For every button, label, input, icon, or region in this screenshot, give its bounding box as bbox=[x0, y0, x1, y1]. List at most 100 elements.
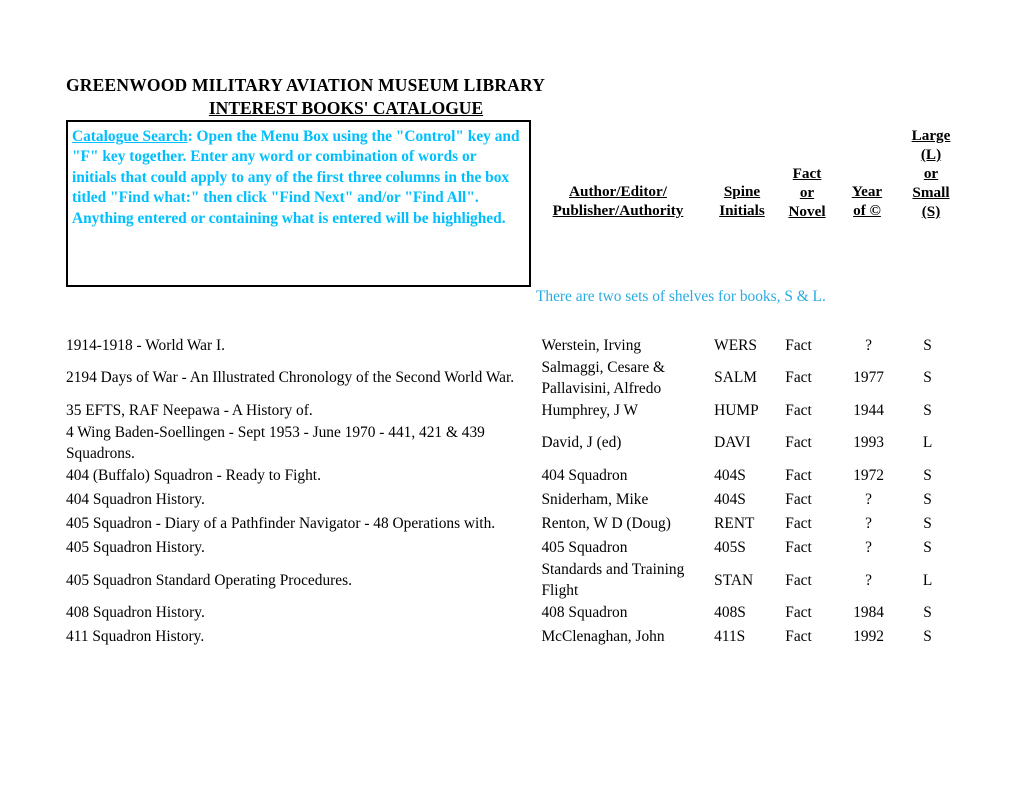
cell-size: S bbox=[923, 467, 932, 485]
table-row: 404 (Buffalo) Squadron - Ready to Fight.… bbox=[66, 464, 956, 488]
cell-year: 1993 bbox=[853, 434, 884, 452]
table-row: 405 Squadron - Diary of a Pathfinder Nav… bbox=[66, 512, 956, 536]
column-header-large-or-small: Large (L) or Small (S) bbox=[901, 126, 961, 221]
cell-year: 1972 bbox=[853, 467, 884, 485]
cell-title: 405 Squadron - Diary of a Pathfinder Nav… bbox=[66, 515, 496, 533]
cell-size: S bbox=[923, 628, 932, 646]
cell-year: ? bbox=[865, 336, 872, 354]
cell-author: McClenaghan, John bbox=[541, 628, 665, 646]
cell-author: Salmaggi, Cesare & Pallavisini, Alfredo bbox=[541, 359, 665, 397]
table-row: 408 Squadron History. 408 Squadron 408S Fac… bbox=[66, 602, 956, 626]
table-row: 404 Squadron History. Sniderham, Mike 404S… bbox=[66, 488, 956, 512]
column-header-author: Author/Editor/ Publisher/Authority bbox=[533, 182, 703, 220]
column-header-size-line2: (L) bbox=[920, 146, 942, 163]
cell-size: S bbox=[923, 515, 932, 533]
cell-spine: 405S bbox=[714, 539, 746, 557]
column-header-fact-line1: Fact bbox=[792, 165, 822, 182]
cell-author: Humphrey, J W bbox=[541, 401, 639, 419]
page-title-line2-underlined: INTEREST BOOKS' CATALOGUE bbox=[208, 98, 484, 118]
cell-title: 4 Wing Baden-Soellingen - Sept 1953 - Ju… bbox=[66, 424, 485, 462]
cell-fact: Fact bbox=[785, 539, 812, 557]
table-row: 411 Squadron History. McClenaghan, John 41… bbox=[66, 626, 956, 650]
cell-author: David, J (ed) bbox=[541, 434, 622, 452]
table-row: 35 EFTS, RAF Neepawa - A History of. Hump… bbox=[66, 399, 956, 423]
cell-size: S bbox=[923, 336, 932, 354]
table-row: 1914-1918 - World War I. Werstein, Irving… bbox=[66, 334, 956, 358]
catalogue-search-label: Catalogue Search bbox=[72, 128, 188, 145]
cell-title: 35 EFTS, RAF Neepawa - A History of. bbox=[66, 401, 313, 419]
cell-title: 404 (Buffalo) Squadron - Ready to Fight. bbox=[66, 467, 321, 485]
cell-year: 1977 bbox=[853, 369, 884, 387]
page-title: GREENWOOD MILITARY AVIATION MUSEUM LIBRA… bbox=[66, 74, 686, 119]
cell-fact: Fact bbox=[785, 515, 812, 533]
cell-size: S bbox=[923, 539, 932, 557]
column-header-size-line3: or bbox=[923, 165, 939, 182]
column-header-year-line1: Year bbox=[851, 183, 883, 200]
cell-spine: RENT bbox=[714, 515, 755, 533]
column-header-author-line2: Publisher/Authority bbox=[552, 202, 684, 219]
page-title-line1: GREENWOOD MILITARY AVIATION MUSEUM LIBRA… bbox=[66, 75, 546, 95]
cell-fact: Fact bbox=[785, 401, 812, 419]
column-header-spine-line2: Initials bbox=[719, 202, 765, 219]
cell-title: 404 Squadron History. bbox=[66, 491, 205, 509]
cell-fact: Fact bbox=[785, 369, 812, 387]
cell-year: ? bbox=[865, 515, 872, 533]
catalogue-page: GREENWOOD MILITARY AVIATION MUSEUM LIBRA… bbox=[0, 0, 1020, 788]
cell-spine: DAVI bbox=[714, 434, 751, 452]
catalogue-search-box: Catalogue Search: Open the Menu Box usin… bbox=[66, 120, 531, 287]
cell-author: 404 Squadron bbox=[541, 467, 628, 485]
column-header-author-line1: Author/Editor/ bbox=[569, 183, 667, 200]
cell-spine: 404S bbox=[714, 467, 746, 485]
cell-author: Renton, W D (Doug) bbox=[541, 515, 671, 533]
column-header-fact-line3: Novel bbox=[788, 203, 826, 220]
column-header-size-line4: Small bbox=[912, 184, 950, 201]
cell-year: ? bbox=[865, 571, 872, 589]
cell-size: L bbox=[922, 571, 933, 589]
cell-size: L bbox=[922, 434, 933, 452]
cell-spine: 411S bbox=[714, 628, 746, 646]
cell-year: 1992 bbox=[853, 628, 884, 646]
column-header-fact-or-novel: Fact or Novel bbox=[781, 164, 833, 221]
cell-year: ? bbox=[865, 539, 872, 557]
cell-spine: 404S bbox=[714, 491, 746, 509]
table-row: 2194 Days of War - An Illustrated Chrono… bbox=[66, 358, 956, 399]
table-row: 4 Wing Baden-Soellingen - Sept 1953 - Ju… bbox=[66, 423, 956, 464]
cell-size: S bbox=[923, 401, 932, 419]
cell-year: 1944 bbox=[853, 401, 884, 419]
cell-title: 411 Squadron History. bbox=[66, 628, 205, 646]
cell-size: S bbox=[923, 604, 932, 622]
shelves-note: There are two sets of shelves for books,… bbox=[536, 288, 826, 305]
cell-spine: WERS bbox=[714, 336, 757, 354]
cell-title: 1914-1918 - World War I. bbox=[66, 336, 225, 354]
column-header-year-of-copyright: Year of © bbox=[838, 182, 896, 220]
column-header-spine-initials: Spine Initials bbox=[708, 182, 776, 220]
column-header-fact-line2: or bbox=[799, 184, 815, 201]
cell-fact: Fact bbox=[785, 491, 812, 509]
page-title-line2: INTEREST BOOKS' CATALOGUE bbox=[66, 97, 626, 119]
cell-spine: 408S bbox=[714, 604, 746, 622]
cell-author: 405 Squadron bbox=[541, 539, 628, 557]
cell-fact: Fact bbox=[785, 336, 812, 354]
cell-year: 1984 bbox=[853, 604, 884, 622]
table-row: 405 Squadron Standard Operating Procedur… bbox=[66, 560, 956, 601]
cell-fact: Fact bbox=[785, 434, 812, 452]
catalogue-search-text: Catalogue Search: Open the Menu Box usin… bbox=[72, 127, 521, 229]
column-header-size-line1: Large bbox=[911, 127, 951, 144]
catalogue-table: 1914-1918 - World War I. Werstein, Irving… bbox=[66, 334, 956, 650]
cell-fact: Fact bbox=[785, 628, 812, 646]
column-header-year-line2: of © bbox=[853, 202, 881, 219]
cell-title: 2194 Days of War - An Illustrated Chrono… bbox=[66, 369, 515, 387]
cell-title: 405 Squadron History. bbox=[66, 539, 205, 557]
cell-fact: Fact bbox=[785, 467, 812, 485]
catalogue-table-body: 1914-1918 - World War I. Werstein, Irving… bbox=[66, 334, 956, 650]
column-headers: Author/Editor/ Publisher/Authority Spine… bbox=[533, 126, 973, 241]
cell-spine: HUMP bbox=[714, 401, 759, 419]
cell-author: 408 Squadron bbox=[541, 604, 628, 622]
cell-title: 405 Squadron Standard Operating Procedur… bbox=[66, 571, 352, 589]
cell-author: Sniderham, Mike bbox=[541, 491, 649, 509]
cell-author: Werstein, Irving bbox=[541, 336, 642, 354]
cell-year: ? bbox=[865, 491, 872, 509]
cell-spine: SALM bbox=[714, 369, 757, 387]
column-header-spine-line1: Spine bbox=[723, 183, 761, 200]
table-row: 405 Squadron History. 405 Squadron 405S Fac… bbox=[66, 536, 956, 560]
